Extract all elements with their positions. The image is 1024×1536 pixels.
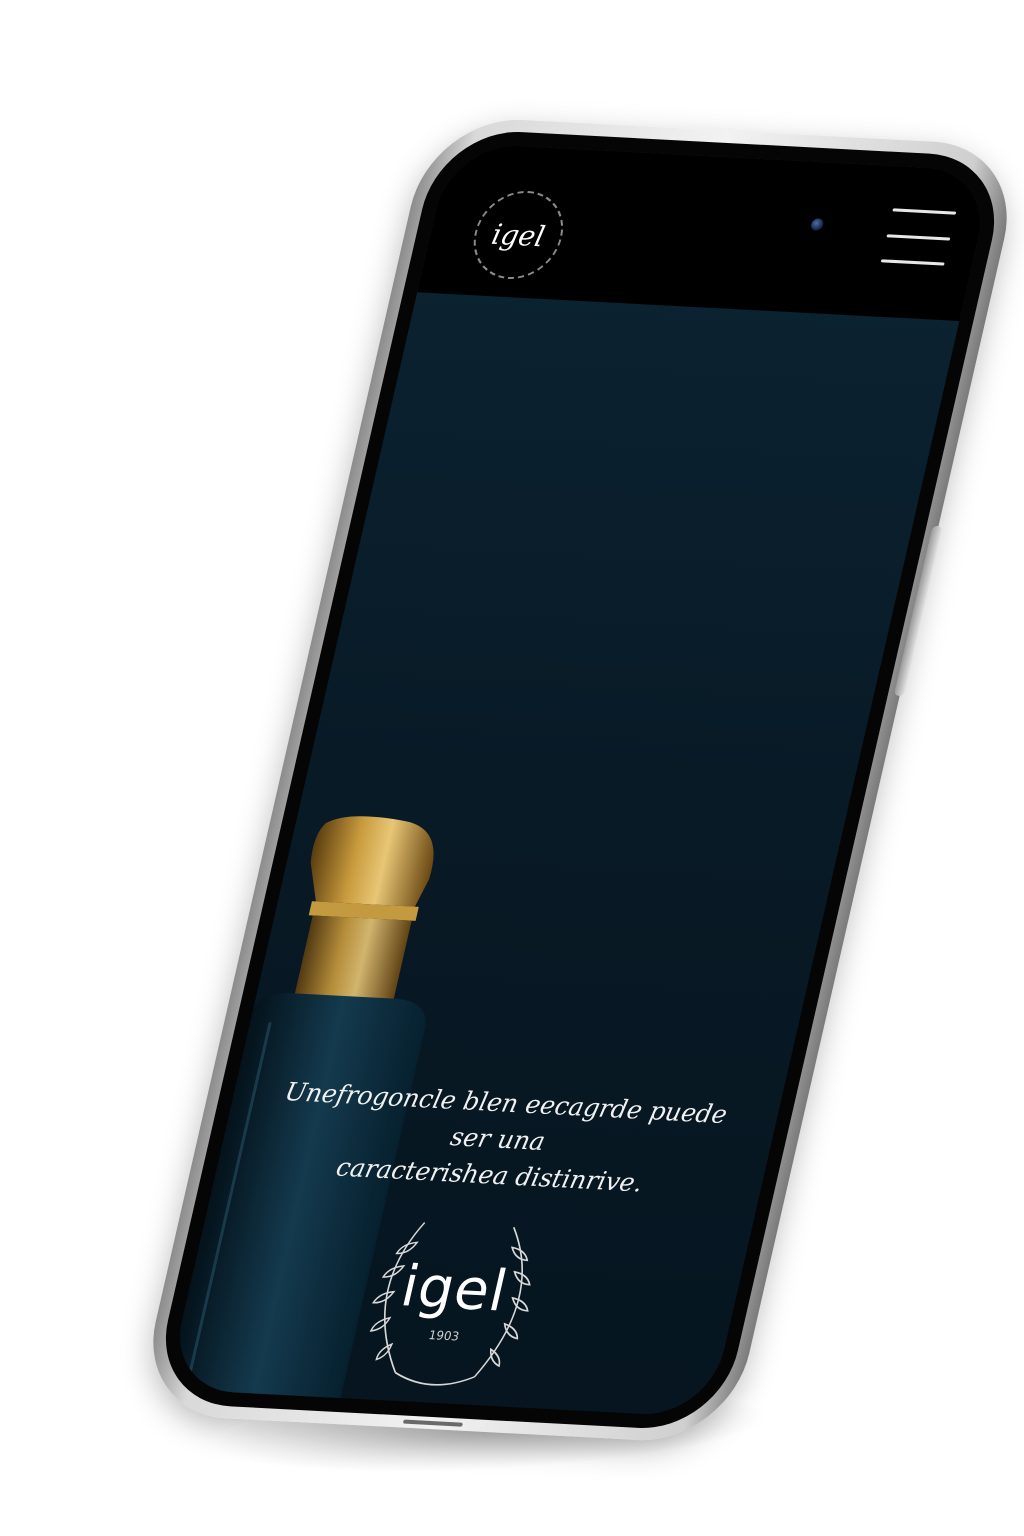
menu-line — [880, 259, 945, 266]
header-logo[interactable]: igel — [464, 188, 572, 282]
front-camera — [809, 218, 825, 231]
emblem-logo-text: igel — [395, 1254, 514, 1325]
hamburger-menu-icon[interactable] — [880, 208, 957, 266]
stage: igel Unefrogoncle blen eecagrde puede se… — [0, 0, 1024, 1536]
site-header: igel — [417, 142, 994, 321]
header-logo-text: igel — [488, 217, 549, 253]
menu-line — [892, 208, 957, 215]
phone-device: igel Unefrogoncle blen eecagrde puede se… — [134, 115, 1024, 1445]
menu-line — [886, 233, 951, 241]
